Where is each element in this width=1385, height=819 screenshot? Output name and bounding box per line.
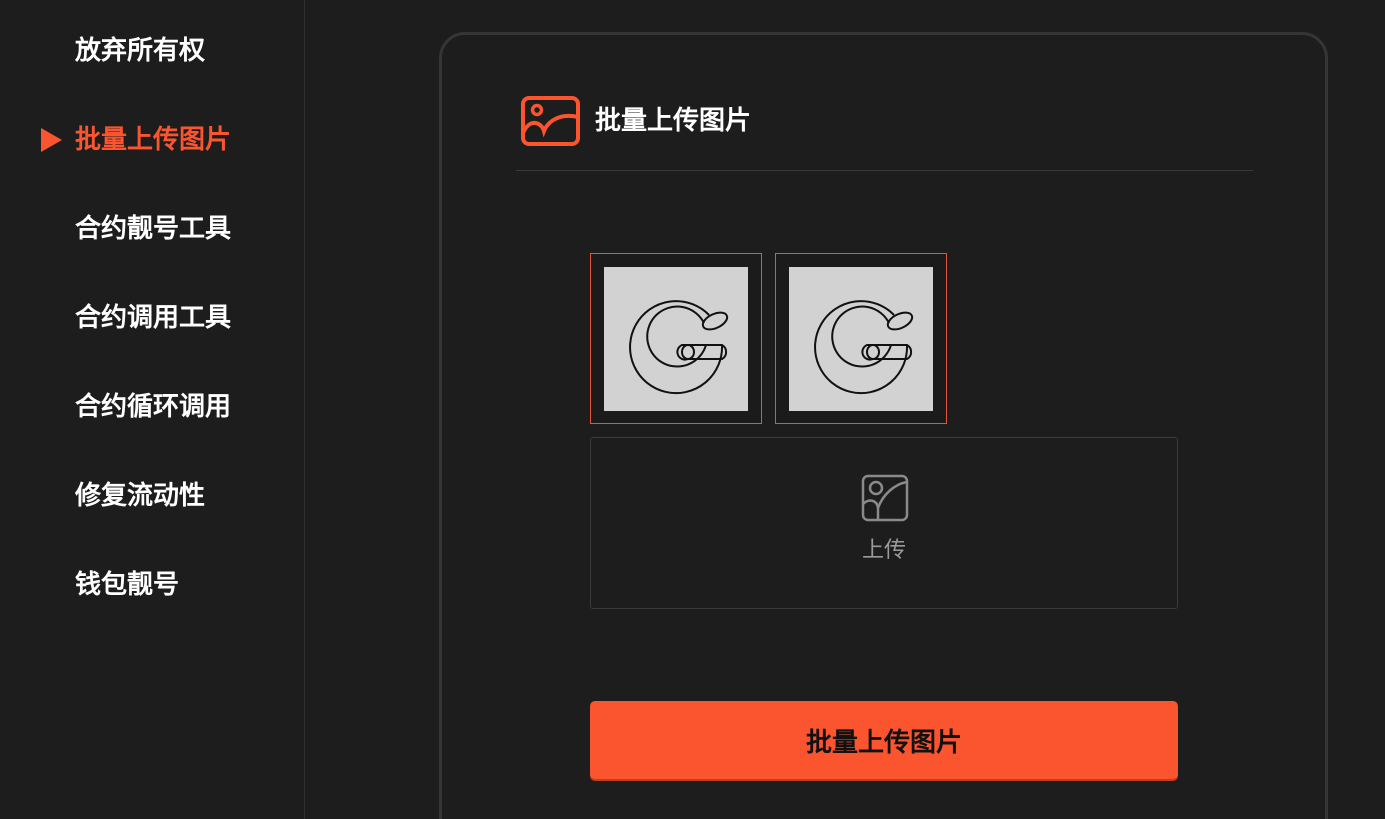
sidebar-item-batch-upload-images[interactable]: 批量上传图片 (41, 123, 232, 157)
sidebar-item-label: 钱包靓号 (75, 570, 180, 600)
sidebar-item-label: 合约靓号工具 (75, 214, 232, 244)
app-root: 放弃所有权 批量上传图片 合约靓号工具 合约调用工具 合约循环调用 修复流动性 … (0, 0, 1385, 819)
batch-upload-card: 批量上传图片 上传 批量上传图片 (439, 32, 1328, 819)
thumbnail-image (789, 267, 933, 411)
sidebar-item-contract-call-tool[interactable]: 合约调用工具 (75, 301, 231, 335)
batch-upload-button[interactable]: 批量上传图片 (590, 701, 1178, 779)
header-divider (516, 170, 1253, 171)
image-upload-icon (861, 474, 909, 522)
image-thumbnail[interactable] (590, 253, 762, 424)
sidebar-item-contract-vanity-tool[interactable]: 合约靓号工具 (75, 212, 231, 246)
sidebar-item-label: 批量上传图片 (75, 125, 232, 155)
sidebar-item-contract-loop-call[interactable]: 合约循环调用 (75, 390, 231, 424)
image-thumbnail[interactable] (775, 253, 947, 424)
sidebar-item-renounce-ownership[interactable]: 放弃所有权 (75, 34, 205, 68)
upload-dropzone[interactable]: 上传 (590, 437, 1178, 609)
sidebar: 放弃所有权 批量上传图片 合约靓号工具 合约调用工具 合约循环调用 修复流动性 … (0, 0, 305, 819)
logo-g-icon (629, 300, 729, 395)
sidebar-item-label: 合约循环调用 (75, 392, 232, 422)
sidebar-item-label: 放弃所有权 (75, 36, 206, 66)
image-icon (521, 96, 580, 146)
logo-g-icon (814, 300, 914, 395)
sidebar-item-wallet-vanity[interactable]: 钱包靓号 (75, 568, 179, 602)
thumbnail-image (604, 267, 748, 411)
sidebar-item-label: 合约调用工具 (75, 303, 232, 333)
upload-label: 上传 (861, 538, 906, 563)
card-title: 批量上传图片 (595, 106, 752, 136)
sidebar-item-repair-liquidity[interactable]: 修复流动性 (75, 479, 205, 513)
active-arrow-icon (41, 128, 62, 152)
sidebar-item-label: 修复流动性 (75, 481, 206, 511)
